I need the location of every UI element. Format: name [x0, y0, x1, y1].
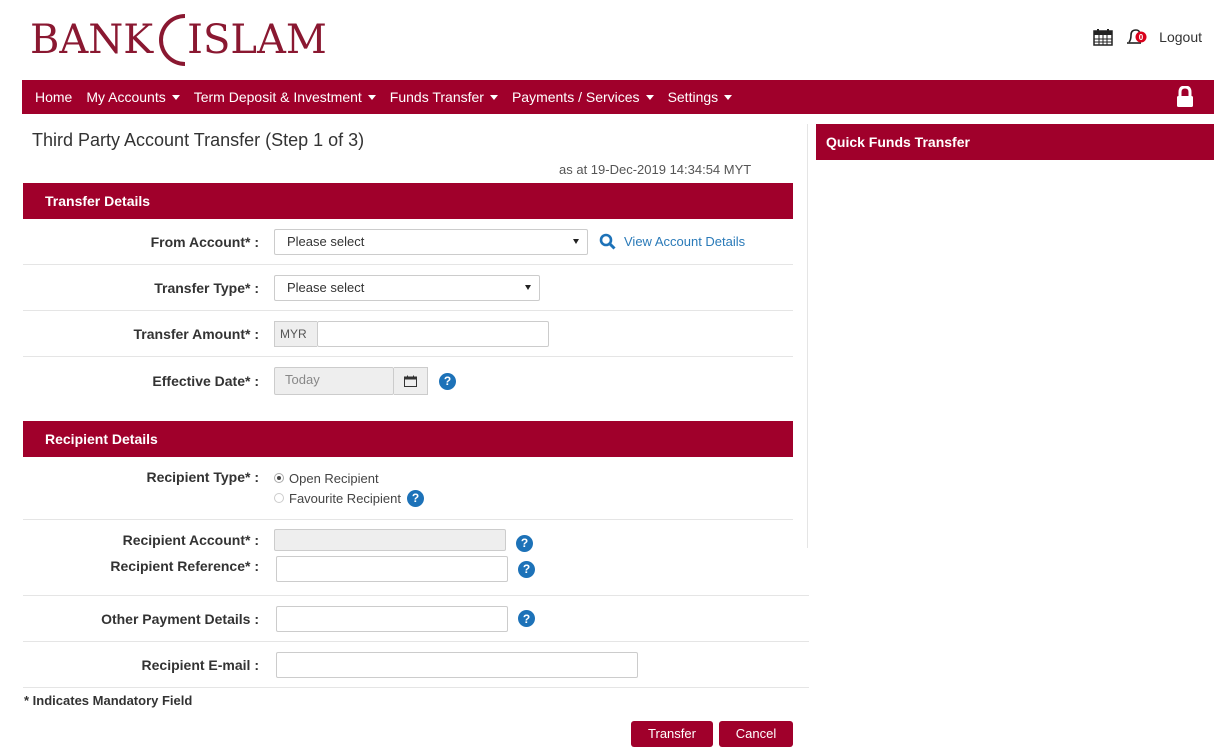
transfer-amount-input[interactable]	[317, 320, 549, 347]
date-picker-button[interactable]	[394, 367, 428, 395]
radio-open-recipient-label: Open Recipient	[289, 470, 379, 486]
view-account-details-label: View Account Details	[624, 234, 746, 249]
transfer-button[interactable]: Transfer	[631, 721, 713, 747]
nav-payments-services[interactable]: Payments / Services	[512, 89, 654, 105]
radio-favourite-recipient-label: Favourite Recipient	[289, 490, 401, 506]
caret-down-icon	[489, 94, 498, 100]
recipient-account-row: Recipient Account* : ?	[23, 527, 809, 553]
help-icon[interactable]: ?	[518, 610, 535, 627]
nav-term-deposit[interactable]: Term Deposit & Investment	[194, 89, 376, 105]
caret-down-icon	[171, 94, 180, 100]
recipient-type-row: Recipient Type* : Open Recipient Favouri…	[23, 457, 793, 520]
logout-link[interactable]: Logout	[1159, 29, 1202, 45]
nav-settings-label: Settings	[667, 89, 719, 105]
bank-islam-logo[interactable]: BANK ISLAM	[30, 14, 327, 66]
other-payment-row: Other Payment Details : ?	[23, 596, 809, 642]
transfer-type-label: Transfer Type* :	[154, 279, 259, 296]
recipient-type-options: Open Recipient Favourite Recipient ?	[274, 469, 424, 509]
help-icon[interactable]: ?	[407, 489, 424, 507]
effective-date-input[interactable]: Today	[274, 367, 394, 395]
recipient-account-block: Recipient Account* : ? Recipient Referen…	[23, 527, 809, 688]
column-divider	[807, 124, 808, 548]
radio-favourite-recipient[interactable]: Favourite Recipient ?	[274, 487, 424, 509]
effective-date-label: Effective Date* :	[152, 373, 259, 389]
from-account-select[interactable]: Please select	[274, 228, 588, 255]
nav-term-deposit-label: Term Deposit & Investment	[193, 89, 362, 105]
recipient-reference-label: Recipient Reference* :	[110, 558, 259, 574]
from-account-row: From Account* : Please select View Accou…	[23, 219, 793, 265]
logo-crescent	[159, 14, 186, 66]
nav-settings[interactable]: Settings	[668, 89, 733, 105]
other-payment-label: Other Payment Details :	[101, 610, 259, 627]
quick-funds-transfer-heading: Quick Funds Transfer	[816, 124, 1214, 160]
view-account-details-link[interactable]: View Account Details	[599, 233, 745, 250]
dropdown-arrow-icon	[573, 239, 579, 244]
caret-down-icon	[724, 94, 733, 100]
transfer-amount-label: Transfer Amount* :	[133, 325, 260, 342]
logo-text-bank: BANK	[30, 17, 154, 63]
as-at-timestamp: as at 19-Dec-2019 14:34:54 MYT	[559, 162, 752, 177]
recipient-reference-row: Recipient Reference* : ?	[23, 553, 809, 596]
transfer-type-value: Please select	[287, 280, 365, 295]
transfer-details-panel: Transfer Details From Account* : Please …	[23, 183, 793, 405]
caret-down-icon	[645, 94, 654, 100]
nav-my-accounts-label: My Accounts	[86, 89, 166, 105]
calendar-icon[interactable]	[1093, 28, 1113, 46]
search-icon	[599, 233, 616, 250]
transfer-amount-row: Transfer Amount* : MYR	[23, 311, 793, 357]
radio-open-recipient[interactable]: Open Recipient	[274, 469, 424, 487]
main-navbar: Home My Accounts Term Deposit & Investme…	[22, 80, 1214, 114]
nav-home[interactable]: Home	[35, 89, 72, 105]
page-title: Third Party Account Transfer (Step 1 of …	[32, 130, 365, 150]
logo-text-islam: ISLAM	[187, 17, 327, 63]
dropdown-arrow-icon	[525, 285, 531, 290]
transfer-amount-group: MYR	[274, 320, 549, 347]
recipient-email-input[interactable]	[276, 651, 638, 678]
recipient-type-label: Recipient Type* :	[146, 469, 259, 485]
cancel-button[interactable]: Cancel	[719, 721, 793, 747]
radio-favourite-recipient-button[interactable]	[274, 493, 284, 503]
recipient-account-label: Recipient Account* :	[122, 532, 259, 548]
mandatory-note: * Indicates Mandatory Field	[24, 693, 193, 708]
lock-icon[interactable]	[1176, 85, 1194, 113]
caret-down-icon	[367, 94, 376, 100]
currency-addon: MYR	[274, 320, 317, 347]
transfer-type-select[interactable]: Please select	[274, 274, 540, 301]
recipient-email-row: Recipient E-mail :	[23, 642, 809, 688]
notification-count: 0	[1139, 33, 1144, 42]
transfer-type-row: Transfer Type* : Please select	[23, 265, 793, 311]
recipient-email-label: Recipient E-mail :	[141, 656, 259, 673]
recipient-details-heading: Recipient Details	[23, 421, 793, 457]
nav-funds-transfer-label: Funds Transfer	[389, 89, 484, 105]
recipient-account-input[interactable]	[274, 529, 506, 551]
transfer-details-heading: Transfer Details	[23, 183, 793, 219]
effective-date-group: Today ?	[274, 367, 456, 395]
nav-home-label: Home	[35, 89, 73, 105]
help-icon[interactable]: ?	[439, 372, 456, 390]
nav-payments-label: Payments / Services	[511, 89, 640, 105]
notification-bell-icon[interactable]: 0	[1125, 28, 1147, 46]
other-payment-input[interactable]	[276, 605, 508, 632]
from-account-label: From Account* :	[150, 233, 259, 250]
help-icon[interactable]: ?	[516, 534, 533, 552]
recipient-details-panel: Recipient Details Recipient Type* : Open…	[23, 421, 793, 520]
header-actions: 0 Logout	[1093, 28, 1202, 46]
radio-open-recipient-button[interactable]	[274, 473, 284, 483]
nav-funds-transfer[interactable]: Funds Transfer	[390, 89, 498, 105]
from-account-value: Please select	[287, 234, 365, 249]
help-icon[interactable]: ?	[518, 560, 535, 578]
calendar-icon	[404, 375, 417, 387]
effective-date-row: Effective Date* : Today ?	[23, 357, 793, 405]
nav-my-accounts[interactable]: My Accounts	[86, 89, 180, 105]
recipient-reference-input[interactable]	[276, 556, 508, 582]
